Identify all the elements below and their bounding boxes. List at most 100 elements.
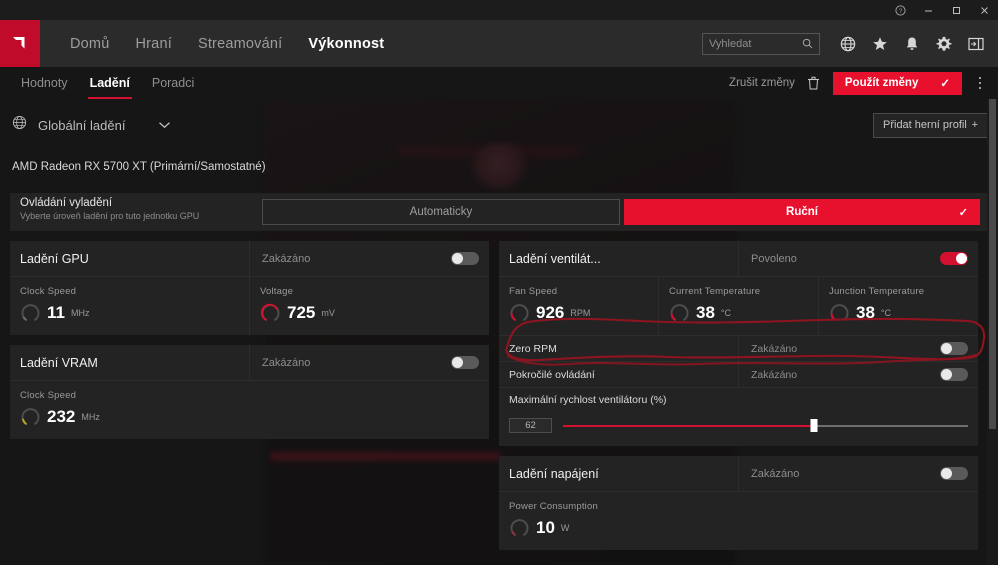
tuning-mode-automatic-label: Automaticky — [409, 206, 473, 218]
metric-unit: RPM — [570, 307, 591, 318]
gpu-tuning-toggle[interactable] — [451, 252, 479, 265]
minimize-button[interactable] — [914, 0, 942, 20]
right-column: Ladění ventilát... Povoleno Fan Speed 92… — [499, 240, 978, 550]
gpu-tuning-metrics: Clock Speed 11 MHz Voltage 725 mV — [10, 277, 489, 335]
tab-label: Hodnoty — [21, 76, 68, 90]
globe-icon[interactable] — [832, 28, 864, 60]
advanced-control-toggle[interactable] — [940, 368, 968, 381]
main-navbar: Domů Hraní Streamování Výkonnost Vyhleda… — [0, 20, 998, 67]
zero-rpm-label: Zero RPM — [499, 335, 739, 362]
zero-rpm-state-label: Zakázáno — [751, 342, 798, 355]
metric-label: Power Consumption — [509, 501, 598, 512]
nav-label: Domů — [70, 35, 110, 52]
navbar-right: Vyhledat — [702, 28, 998, 60]
gauge-icon — [829, 302, 850, 323]
vram-tuning-state-label: Zakázáno — [262, 356, 311, 369]
star-icon[interactable] — [864, 28, 896, 60]
gpu-name-label: AMD Radeon RX 5700 XT (Primární/Samostat… — [12, 161, 266, 173]
fan-tuning-card: Ladění ventilát... Povoleno Fan Speed 92… — [499, 240, 978, 446]
power-tuning-toggle[interactable] — [940, 467, 968, 480]
metric-value: 725 — [287, 302, 316, 322]
help-button[interactable]: ? — [886, 0, 914, 20]
metric-label: Clock Speed — [20, 390, 77, 401]
metric-label: Current Temperature — [669, 286, 761, 297]
close-button[interactable] — [970, 0, 998, 20]
fan-tuning-toggle[interactable] — [940, 252, 968, 265]
vram-tuning-header: Ladění VRAM Zakázáno — [10, 344, 489, 381]
nav-label: Hraní — [135, 35, 172, 52]
gauge-icon — [260, 302, 281, 323]
advanced-control-state-label: Zakázáno — [751, 368, 798, 381]
metric-value: 926 — [536, 302, 565, 322]
tuning-mode-automatic-button[interactable]: Automaticky — [262, 199, 620, 225]
more-options-kebab-icon[interactable] — [968, 70, 992, 96]
profile-selector[interactable]: Globální ladění — [12, 115, 171, 135]
fan-tuning-metrics: Fan Speed 926 RPM Current Temperature 38… — [499, 277, 978, 335]
amd-logo-icon[interactable] — [0, 20, 40, 67]
panel-toggle-icon[interactable] — [960, 28, 992, 60]
max-fan-speed-label: Maximální rychlost ventilátoru (%) — [499, 387, 978, 412]
tuning-mode-buttons: Automaticky Ruční ✓ — [262, 193, 988, 231]
tuning-control-title: Ovládání vyladění — [20, 197, 113, 209]
gauge-icon — [669, 302, 690, 323]
svg-text:?: ? — [898, 8, 902, 15]
metric-unit: W — [560, 522, 570, 533]
advanced-control-label: Pokročilé ovládání — [499, 361, 739, 388]
vram-tuning-card: Ladění VRAM Zakázáno Clock Speed 232 MHz — [10, 344, 489, 439]
tab-ladeni[interactable]: Ladění — [79, 67, 141, 99]
nav-item-domu[interactable]: Domů — [57, 20, 122, 67]
nav-item-vykonnost[interactable]: Výkonnost — [295, 20, 397, 67]
gauge-icon — [20, 406, 41, 427]
vram-tuning-state: Zakázáno — [250, 356, 489, 369]
max-fan-speed-value-input[interactable]: 62 — [509, 418, 552, 433]
apply-changes-label: Použít změny — [844, 77, 919, 89]
tab-label: Poradci — [151, 76, 195, 90]
power-tuning-title: Ladění napájení — [499, 455, 739, 492]
metric-label: Clock Speed — [20, 286, 77, 297]
metric-label: Junction Temperature — [829, 286, 925, 297]
vram-tuning-title: Ladění VRAM — [10, 344, 250, 381]
zero-rpm-toggle[interactable] — [940, 342, 968, 355]
maximize-button[interactable] — [942, 0, 970, 20]
tuning-control-row: Ovládání vyladění Vyberte úroveň ladění … — [10, 193, 988, 231]
gpu-tuning-state: Zakázáno — [250, 252, 489, 265]
metric-clock-speed: Clock Speed 11 MHz — [10, 277, 249, 335]
metric-unit: mV — [321, 307, 335, 318]
metric-voltage: Voltage 725 mV — [249, 277, 489, 335]
bell-icon[interactable] — [896, 28, 928, 60]
nav-label: Výkonnost — [308, 35, 385, 52]
scrollbar-thumb[interactable] — [989, 99, 996, 429]
vertical-scrollbar[interactable] — [987, 99, 998, 565]
zero-rpm-row: Zero RPM Zakázáno — [499, 335, 978, 362]
metric-unit: °C — [720, 307, 732, 318]
gpu-tuning-title: Ladění GPU — [10, 240, 250, 277]
nav-item-streamovani[interactable]: Streamování — [185, 20, 295, 67]
vram-tuning-toggle[interactable] — [451, 356, 479, 369]
gauge-icon — [20, 302, 41, 323]
content-area: Globální ladění Přidat herní profil + AM… — [0, 99, 998, 550]
tuning-control-subtitle: Vyberte úroveň ladění pro tuto jednotku … — [20, 211, 200, 221]
apply-changes-button[interactable]: Použít změny ✓ — [832, 71, 962, 95]
nav-item-hrani[interactable]: Hraní — [122, 20, 184, 67]
sub-tabs: Hodnoty Ladění Poradci — [0, 67, 205, 99]
fan-tuning-state-label: Povoleno — [751, 252, 797, 265]
gear-icon[interactable] — [928, 28, 960, 60]
search-placeholder: Vyhledat — [709, 37, 752, 50]
amd-adrenalin-window: ? Domů Hraní Streamování Výkonnost Vyhle… — [0, 0, 998, 565]
search-input[interactable]: Vyhledat — [702, 32, 820, 55]
advanced-control-state: Zakázáno — [739, 362, 978, 388]
fan-tuning-state: Povoleno — [739, 252, 978, 265]
advanced-control-row: Pokročilé ovládání Zakázáno — [499, 361, 978, 388]
metric-value: 232 — [47, 406, 76, 426]
tab-poradci[interactable]: Poradci — [141, 67, 205, 99]
vram-tuning-metrics: Clock Speed 232 MHz — [10, 381, 489, 439]
discard-changes-trash-icon[interactable] — [801, 70, 827, 96]
plus-icon: + — [971, 119, 978, 131]
max-fan-speed-slider[interactable] — [563, 419, 968, 432]
add-game-profile-button[interactable]: Přidat herní profil + — [873, 112, 988, 138]
slider-thumb[interactable] — [810, 419, 818, 432]
tab-hodnoty[interactable]: Hodnoty — [10, 67, 79, 99]
tuning-mode-manual-button[interactable]: Ruční ✓ — [624, 199, 980, 225]
zero-rpm-state: Zakázáno — [739, 336, 978, 362]
cancel-changes-label[interactable]: Zrušit změny — [729, 77, 795, 89]
